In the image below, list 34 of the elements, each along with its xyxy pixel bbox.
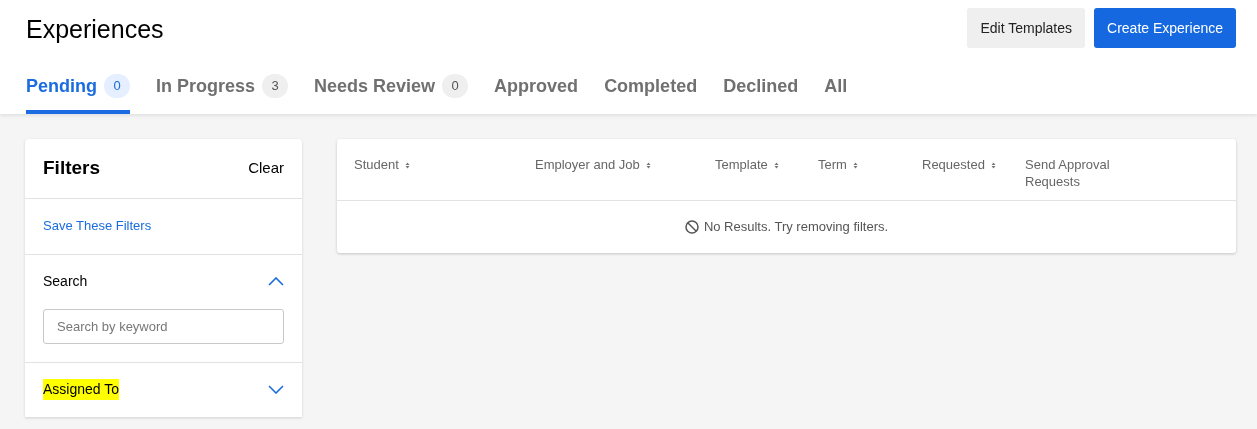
status-tab[interactable]: All: [824, 72, 848, 114]
status-tab[interactable]: Approved: [494, 72, 579, 114]
status-tab[interactable]: Pending 0: [26, 72, 130, 114]
empty-message: No Results. Try removing filters.: [703, 217, 889, 236]
filter-section-title[interactable]: Search: [43, 271, 88, 292]
edit-button[interactable]: Edit Templates: [967, 8, 1086, 48]
sort-icon: [990, 161, 996, 169]
column-header[interactable]: Template: [715, 155, 818, 200]
status-tab[interactable]: Needs Review 0: [314, 72, 469, 114]
column-header[interactable]: Employer and Job: [535, 155, 715, 200]
sort-icon: [852, 161, 858, 169]
filters-title: Filters: [43, 155, 101, 180]
count-badge: 0: [104, 74, 130, 98]
sort-icon: [773, 161, 779, 169]
sort-icon: [645, 161, 651, 169]
no-results-icon: [684, 219, 699, 234]
status-tab[interactable]: Declined: [723, 72, 799, 114]
status-tab[interactable]: In Progress 3: [156, 72, 289, 114]
column-header[interactable]: Student: [354, 155, 535, 200]
sort-icon: [404, 161, 410, 169]
count-badge: 3: [262, 74, 289, 98]
status-tab[interactable]: Completed: [604, 72, 698, 114]
save-filters-link[interactable]: Save These Filters: [43, 216, 152, 236]
chevron-up-icon[interactable]: [268, 277, 284, 286]
column-header: Send Approval Requests: [1025, 155, 1111, 191]
filter-section-title[interactable]: Assigned To: [43, 379, 119, 400]
column-header[interactable]: Term: [818, 155, 922, 200]
clear-button[interactable]: Clear: [248, 156, 284, 180]
column-header[interactable]: Requested: [922, 155, 1025, 200]
count-badge: 0: [442, 74, 469, 98]
search-field[interactable]: Search by keyword: [43, 308, 284, 344]
chevron-down-icon[interactable]: [268, 385, 284, 394]
create-button[interactable]: Create Experience: [1094, 8, 1236, 48]
page-title: Experiences: [26, 14, 164, 45]
